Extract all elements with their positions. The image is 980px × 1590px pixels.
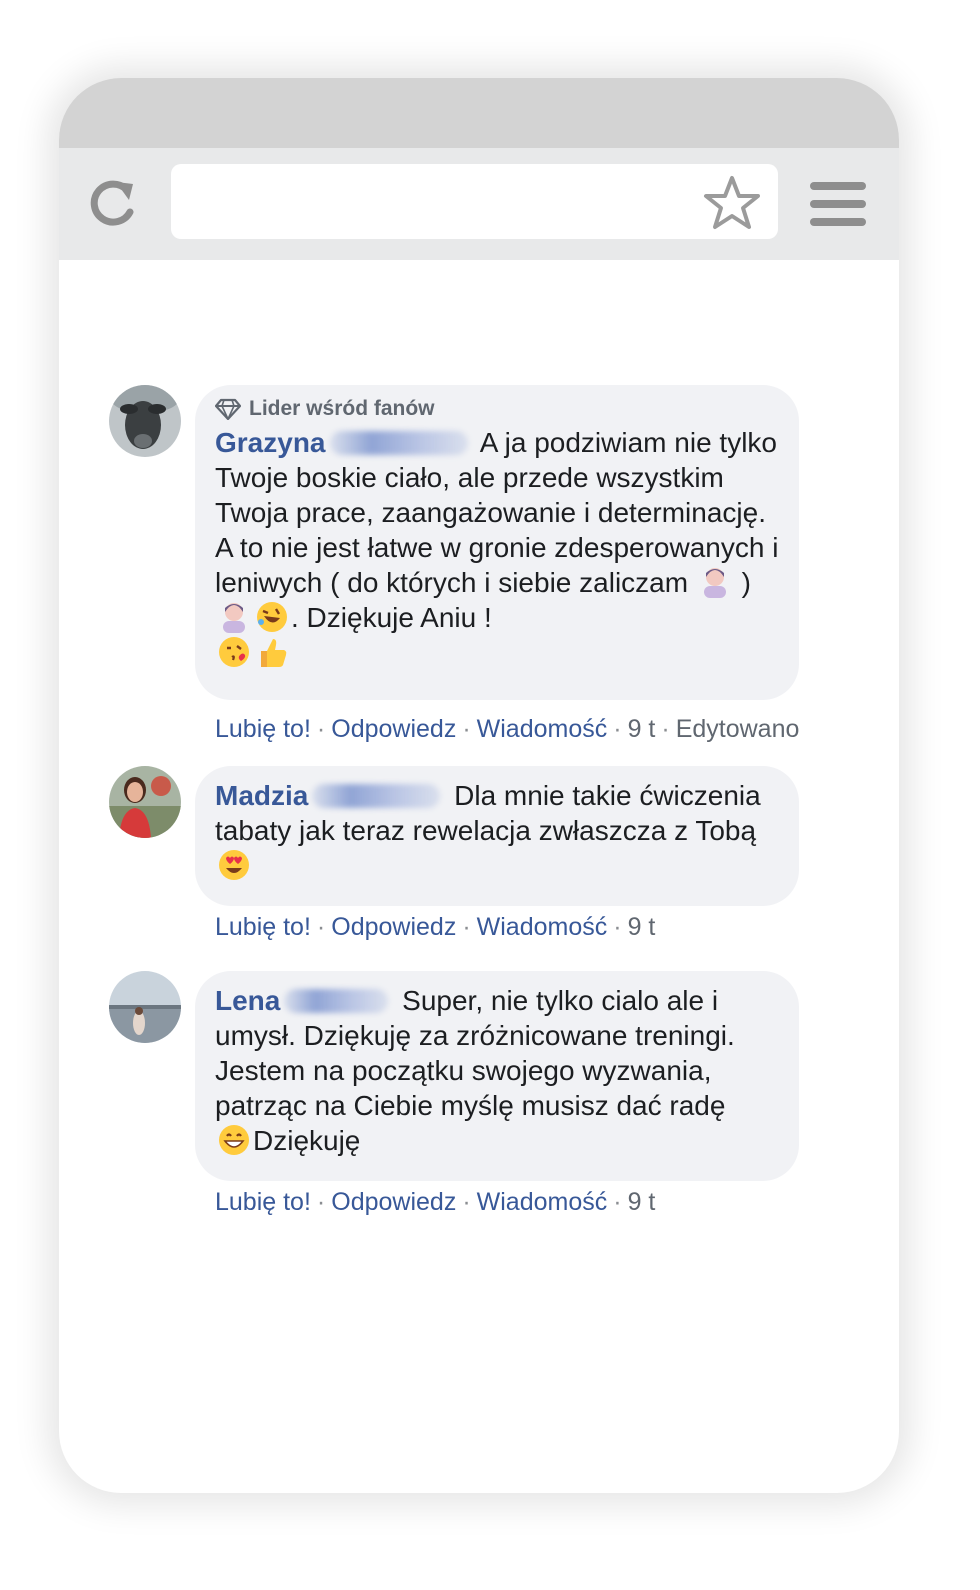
url-bar[interactable] xyxy=(171,164,778,239)
rolling-laughing-emoji xyxy=(257,602,287,632)
comment-actions: Lubię to! · Odpowiedz · Wiadomość · 9 t · Edytow… xyxy=(215,715,800,743)
star-icon[interactable] xyxy=(702,174,762,232)
author-name[interactable]: Grazyna xyxy=(215,427,326,458)
comment-bubble: Madzia Dla mnie takie ćwiczenia tabaty j… xyxy=(195,766,799,906)
comment-bubble: Lena Super, nie tylko cialo ale i umysł.… xyxy=(195,971,799,1181)
timestamp[interactable]: 9 t xyxy=(628,913,656,941)
avatar[interactable] xyxy=(109,385,181,457)
reply-link[interactable]: Odpowiedz xyxy=(331,715,456,743)
author-name[interactable]: Madzia xyxy=(215,780,308,811)
message-link[interactable]: Wiadomość xyxy=(477,1188,608,1216)
timestamp[interactable]: 9 t xyxy=(628,715,656,743)
message-link[interactable]: Wiadomość xyxy=(477,715,608,743)
like-link[interactable]: Lubię to! xyxy=(215,715,311,743)
blurred-surname xyxy=(329,431,468,455)
badge-label: Lider wśród fanów xyxy=(249,397,435,420)
like-link[interactable]: Lubię to! xyxy=(215,1188,311,1216)
comment-text: Lena Super, nie tylko cialo ale i umysł.… xyxy=(215,983,779,1158)
message-link[interactable]: Wiadomość xyxy=(477,913,608,941)
browser-toolbar xyxy=(59,148,899,260)
like-link[interactable]: Lubię to! xyxy=(215,913,311,941)
avatar[interactable] xyxy=(109,766,181,838)
top-fan-badge: Lider wśród fanów xyxy=(215,397,779,421)
avatar[interactable] xyxy=(109,971,181,1043)
comment-actions: Lubię to! · Odpowiedz · Wiadomość · 9 t xyxy=(215,913,656,941)
phone-frame: Lider wśród fanów Grazyna A ja podziwiam… xyxy=(59,78,899,1493)
phone-top-bar xyxy=(59,78,899,148)
comment-text: Madzia Dla mnie takie ćwiczenia tabaty j… xyxy=(215,778,779,883)
woman-shrugging-emoji xyxy=(223,603,245,633)
woman-shrugging-emoji xyxy=(703,568,726,598)
comment-body-end: Dziękuję xyxy=(253,1125,361,1156)
comment-bubble: Lider wśród fanów Grazyna A ja podziwiam… xyxy=(195,385,799,700)
author-name[interactable]: Lena xyxy=(215,985,280,1016)
grinning-emoji xyxy=(219,1125,249,1155)
blurred-surname xyxy=(312,784,441,808)
blurred-surname xyxy=(284,989,389,1013)
edited-label: Edytowano xyxy=(675,715,800,743)
reload-icon[interactable] xyxy=(83,176,141,234)
timestamp[interactable]: 9 t xyxy=(628,1188,656,1216)
comment-actions: Lubię to! · Odpowiedz · Wiadomość · 9 t xyxy=(215,1188,656,1216)
comment-body-paren: ) xyxy=(741,567,751,598)
reply-link[interactable]: Odpowiedz xyxy=(331,1188,456,1216)
heart-eyes-emoji xyxy=(219,850,249,880)
thumbs-up-emoji xyxy=(261,639,287,667)
comment-body-end: . Dziękuje Aniu ! xyxy=(291,602,492,633)
diamond-icon xyxy=(215,398,241,420)
comment-text: Grazyna A ja podziwiam nie tylko Twoje b… xyxy=(215,425,779,670)
kissing-heart-emoji xyxy=(219,637,249,667)
reply-link[interactable]: Odpowiedz xyxy=(331,913,456,941)
hamburger-menu-icon[interactable] xyxy=(810,180,868,228)
